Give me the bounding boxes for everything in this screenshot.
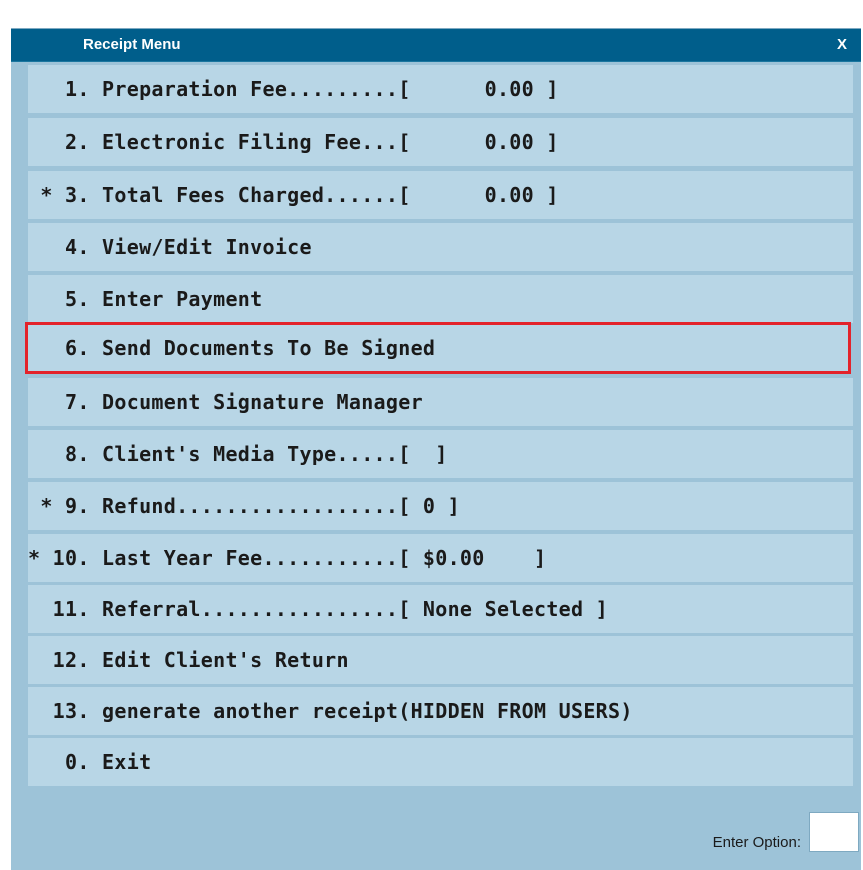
menu-item-electronic-filing-fee[interactable]: 2. Electronic Filing Fee...[ 0.00 ] (28, 118, 853, 166)
menu-item-label: 13. generate another receipt(HIDDEN FROM… (28, 699, 633, 723)
menu-item-media-type[interactable]: 8. Client's Media Type.....[ ] (28, 430, 853, 478)
menu-item-label: 12. Edit Client's Return (28, 648, 349, 672)
menu-item-view-edit-invoice[interactable]: 4. View/Edit Invoice (28, 223, 853, 271)
title-bar: Receipt Menu X (11, 29, 861, 62)
menu-item-label: 2. Electronic Filing Fee...[ 0.00 ] (28, 130, 559, 154)
enter-option-input[interactable] (809, 812, 859, 852)
menu-item-label: 6. Send Documents To Be Signed (28, 336, 436, 360)
menu-item-preparation-fee[interactable]: 1. Preparation Fee.........[ 0.00 ] (28, 65, 853, 113)
menu-item-label: * 3. Total Fees Charged......[ 0.00 ] (28, 183, 559, 207)
menu-item-referral[interactable]: 11. Referral................[ None Selec… (28, 585, 853, 633)
menu-item-label: 7. Document Signature Manager (28, 390, 423, 414)
menu-item-label: 1. Preparation Fee.........[ 0.00 ] (28, 77, 559, 101)
window-title: Receipt Menu (83, 36, 181, 53)
menu-item-label: * 9. Refund..................[ 0 ] (28, 494, 460, 518)
menu-item-label: 0. Exit (28, 750, 152, 774)
menu-item-label: 4. View/Edit Invoice (28, 235, 312, 259)
menu-item-generate-receipt[interactable]: 13. generate another receipt(HIDDEN FROM… (28, 687, 853, 735)
menu-item-label: 11. Referral................[ None Selec… (28, 597, 609, 621)
menu-item-edit-client-return[interactable]: 12. Edit Client's Return (28, 636, 853, 684)
enter-option-label: Enter Option: (712, 834, 801, 851)
menu-item-label: 8. Client's Media Type.....[ ] (28, 442, 448, 466)
menu-item-total-fees-charged[interactable]: * 3. Total Fees Charged......[ 0.00 ] (28, 171, 853, 219)
menu-item-label: * 10. Last Year Fee...........[ $0.00 ] (28, 546, 547, 570)
window-corner (0, 0, 11, 28)
menu-item-label: 5. Enter Payment (28, 287, 263, 311)
menu-item-send-documents[interactable]: 6. Send Documents To Be Signed (25, 322, 851, 374)
menu-item-enter-payment[interactable]: 5. Enter Payment (28, 275, 853, 323)
menu-item-exit[interactable]: 0. Exit (28, 738, 853, 786)
menu-item-document-signature-manager[interactable]: 7. Document Signature Manager (28, 378, 853, 426)
menu-item-last-year-fee[interactable]: * 10. Last Year Fee...........[ $0.00 ] (28, 534, 853, 582)
menu-item-refund[interactable]: * 9. Refund..................[ 0 ] (28, 482, 853, 530)
close-button[interactable]: X (837, 29, 847, 61)
receipt-menu-window: Receipt Menu X 1. Preparation Fee.......… (11, 28, 861, 870)
